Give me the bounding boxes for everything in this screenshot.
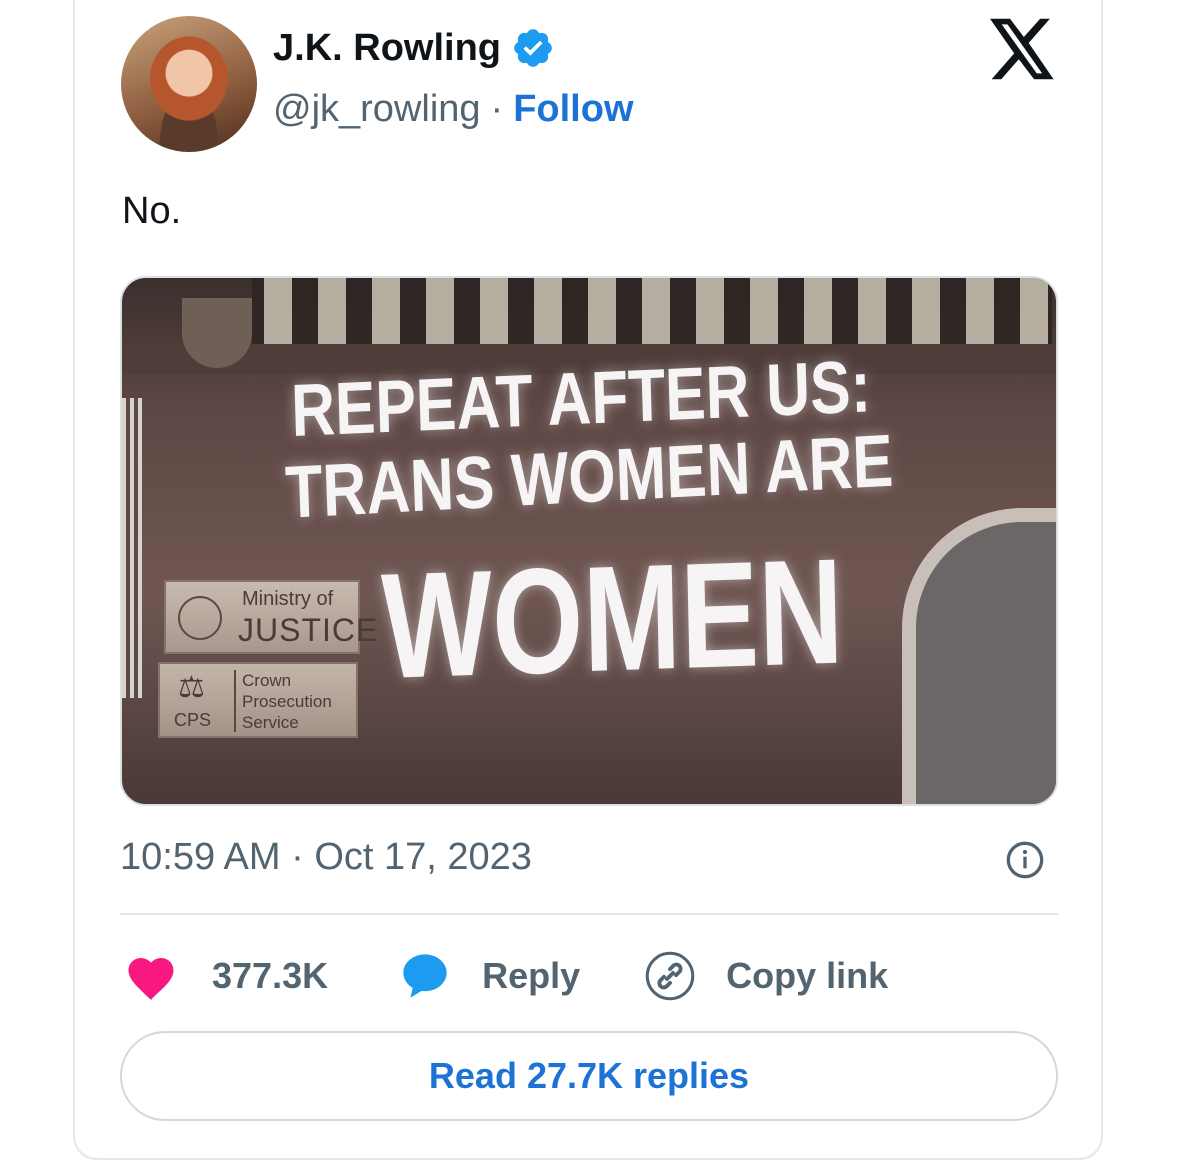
- tweet-timestamp[interactable]: 10:59 AM · Oct 17, 2023: [120, 836, 532, 879]
- projection-line-3: WOMEN: [380, 526, 845, 710]
- ministry-of-justice-plaque: Ministry of JUSTICE: [164, 580, 377, 654]
- speech-bubble-icon[interactable]: [398, 950, 452, 1002]
- info-icon[interactable]: [1005, 840, 1045, 880]
- divider: [120, 913, 1058, 915]
- heart-icon[interactable]: [124, 951, 178, 1001]
- plaque-cps-abbr: CPS: [174, 710, 212, 730]
- plaque-cps-line: Crown: [242, 671, 292, 690]
- author-handle[interactable]: @jk_rowling: [273, 88, 481, 131]
- tweet-image[interactable]: REPEAT AFTER US: TRANS WOMEN ARE WOMEN M…: [120, 276, 1058, 806]
- author-name[interactable]: J.K. Rowling: [273, 27, 501, 70]
- copy-link-action[interactable]: Copy link: [644, 950, 888, 1002]
- plaque-cps-line: Prosecution: [242, 692, 332, 711]
- like-count: 377.3K: [212, 955, 329, 996]
- building-windows: [252, 278, 1052, 348]
- archway: [902, 508, 1056, 804]
- plaque-cps-line: Service: [242, 713, 299, 732]
- royal-crest-icon: [178, 596, 222, 640]
- reply-action[interactable]: Reply: [398, 950, 644, 1002]
- separator-dot: ·: [490, 88, 504, 130]
- cps-plaque: ⚖ CPS Crown Prosecution Service: [158, 662, 358, 738]
- verified-badge-icon: [514, 29, 552, 67]
- reply-label[interactable]: Reply: [482, 955, 580, 997]
- author-handle-row: @jk_rowling · Follow: [273, 88, 634, 131]
- action-bar: 377.3K Reply Copy link: [124, 948, 888, 1004]
- stone-urn: [182, 298, 252, 368]
- copy-link-label[interactable]: Copy link: [726, 955, 888, 997]
- plaque-ministry-small: Ministry of: [242, 588, 334, 610]
- plaque-divider: [234, 670, 236, 732]
- like-action[interactable]: 377.3K: [124, 951, 398, 1001]
- link-icon[interactable]: [644, 950, 696, 1002]
- building-left-edge: [122, 398, 142, 698]
- read-replies-button[interactable]: Read 27.7K replies: [120, 1031, 1058, 1121]
- plaque-cps-lines: Crown Prosecution Service: [242, 670, 332, 733]
- tweet-text: No.: [122, 190, 182, 232]
- author-name-row: J.K. Rowling: [273, 26, 555, 70]
- scales-icon: ⚖: [178, 671, 205, 704]
- avatar[interactable]: [121, 16, 257, 152]
- follow-button[interactable]: Follow: [513, 88, 633, 131]
- plaque-ministry-large: JUSTICE: [238, 612, 379, 648]
- x-logo-icon[interactable]: [990, 18, 1056, 80]
